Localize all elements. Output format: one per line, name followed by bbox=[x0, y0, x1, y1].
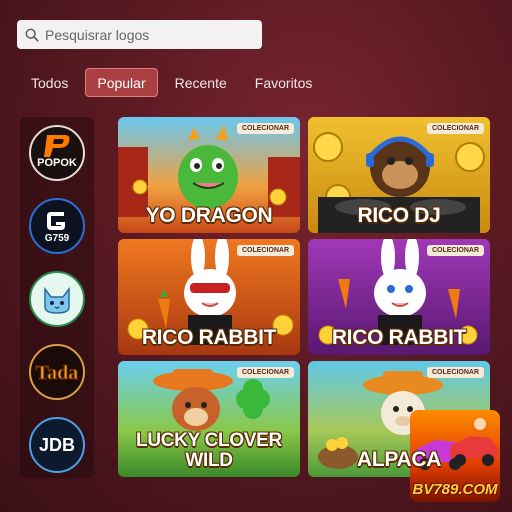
game-card-yo-dragon[interactable]: COLECIONAR YO DRAGON bbox=[118, 117, 300, 233]
jdb-logo-icon[interactable]: JDB bbox=[29, 417, 85, 473]
tab-todos[interactable]: Todos bbox=[20, 68, 79, 97]
collect-badge[interactable]: COLECIONAR bbox=[426, 367, 484, 378]
game-title: YO DRAGON bbox=[145, 203, 273, 227]
tab-popular[interactable]: Popular bbox=[85, 68, 158, 97]
game-title: RICO DJ bbox=[357, 203, 441, 227]
tab-favoritos[interactable]: Favoritos bbox=[244, 68, 324, 97]
search-bar[interactable] bbox=[17, 20, 262, 49]
tada-logo-icon[interactable]: Tada bbox=[29, 344, 85, 400]
collect-badge[interactable]: COLECIONAR bbox=[236, 245, 294, 256]
collect-badge[interactable]: COLECIONAR bbox=[236, 367, 294, 378]
collect-badge[interactable]: COLECIONAR bbox=[236, 123, 294, 134]
g759-logo-icon[interactable]: G759 bbox=[29, 198, 85, 254]
search-input[interactable] bbox=[45, 26, 245, 43]
game-title: ALPACA bbox=[356, 447, 442, 471]
popok-logo-icon[interactable]: POPOK bbox=[29, 125, 85, 181]
promo-brand: BV789.COM bbox=[412, 481, 498, 498]
game-card-rico-rabbit-purple[interactable]: COLECIONAR RICO RABBIT bbox=[308, 239, 490, 355]
svg-text:Tada: Tada bbox=[36, 362, 79, 384]
game-title: RICO RABBIT bbox=[331, 325, 467, 349]
game-card-rico-dj[interactable]: COLECIONAR RICO DJ bbox=[308, 117, 490, 233]
game-title: LUCKY CLOVER WILD bbox=[136, 430, 282, 472]
collect-badge[interactable]: COLECIONAR bbox=[426, 245, 484, 256]
game-title: RICO RABBIT bbox=[141, 325, 277, 349]
category-tabs: Todos Popular Recente Favoritos bbox=[20, 68, 323, 97]
provider-sidebar: POPOK G759 Tada JDB bbox=[20, 117, 94, 478]
tab-recente[interactable]: Recente bbox=[164, 68, 238, 97]
game-card-rico-rabbit[interactable]: COLECIONAR RICO RABBIT bbox=[118, 239, 300, 355]
game-card-lucky-clover-wild[interactable]: COLECIONAR LUCKY CLOVER WILD bbox=[118, 361, 300, 477]
cat-logo-icon[interactable] bbox=[29, 271, 85, 327]
collect-badge[interactable]: COLECIONAR bbox=[426, 123, 484, 134]
search-icon bbox=[25, 28, 39, 41]
